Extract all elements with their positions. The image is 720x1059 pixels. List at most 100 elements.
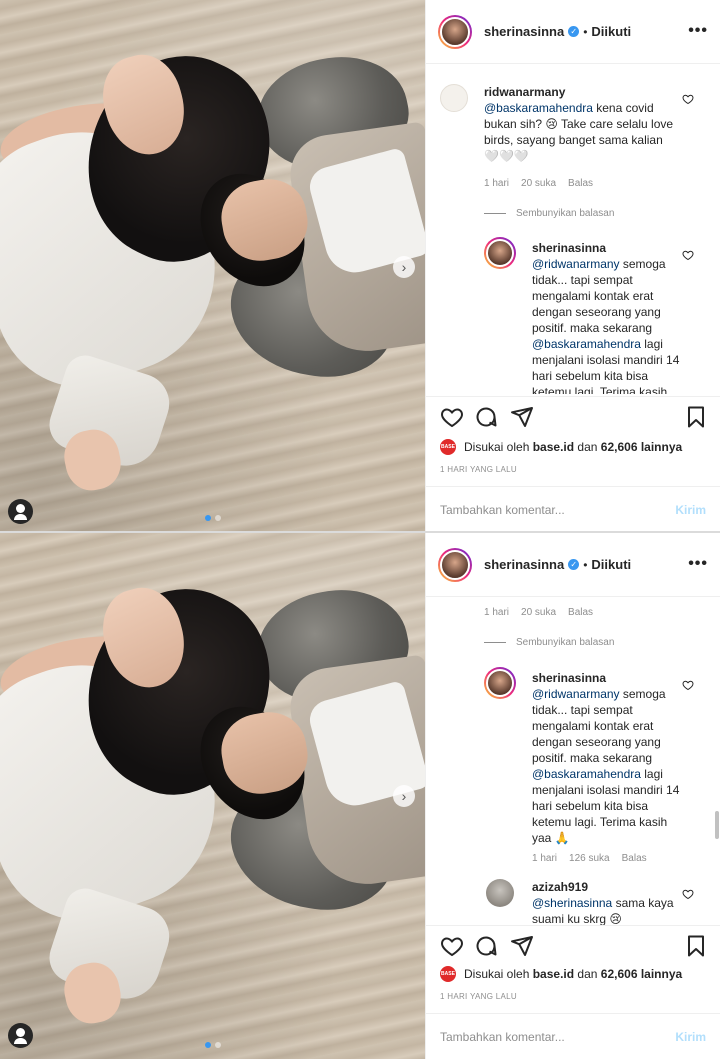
post-time[interactable]: 1 HARI YANG LALU: [440, 992, 517, 1001]
comment-icon[interactable]: [474, 934, 498, 958]
post-header: sherinasinna ✓ • Diikuti •••: [426, 533, 720, 597]
hide-replies-label[interactable]: Sembunyikan balasan: [516, 637, 614, 648]
post-comment-button[interactable]: Kirim: [675, 1030, 706, 1044]
user-tag-icon[interactable]: [8, 499, 33, 524]
likes-summary: BASE Disukai oleh base.id dan 62,606 lai…: [440, 966, 682, 982]
avatar[interactable]: [438, 547, 472, 582]
avatar[interactable]: [486, 879, 514, 907]
post-header: sherinasinna ✓ • Diikuti •••: [426, 0, 720, 64]
carousel-dots: [204, 1042, 221, 1048]
chevron-right-icon[interactable]: ›: [393, 256, 415, 278]
chevron-right-icon[interactable]: ›: [393, 785, 415, 807]
add-comment-bar: Kirim: [426, 486, 720, 532]
post-comment-button[interactable]: Kirim: [675, 503, 706, 517]
comment-time: 1 hari: [484, 607, 510, 618]
heart-icon[interactable]: [440, 405, 464, 429]
reply-body: sherinasinna @ridwanarmany semoga tidak.…: [532, 240, 682, 394]
reply-username[interactable]: sherinasinna: [532, 671, 606, 685]
hide-replies-line: [484, 642, 506, 643]
comment-reply-button[interactable]: Balas: [568, 178, 593, 189]
post-panel-1: › sherinasinna ✓ • Diikuti ••• ridwanarm…: [0, 0, 720, 532]
post-username[interactable]: sherinasinna: [484, 24, 564, 39]
heart-icon[interactable]: [682, 679, 694, 691]
hide-replies-toggle[interactable]: Sembunyikan balasan: [484, 208, 614, 219]
action-bar: [426, 925, 720, 965]
likes-prefix: Disukai oleh: [464, 440, 530, 454]
comment-body: ridwanarmany @baskaramahendra kena covid…: [484, 84, 679, 164]
share-icon[interactable]: [510, 934, 534, 958]
likes-summary: BASE Disukai oleh base.id dan 62,606 lai…: [440, 439, 682, 455]
comments-list[interactable]: ridwanarmany @baskaramahendra kena covid…: [426, 64, 720, 394]
avatar[interactable]: [440, 84, 468, 112]
reply-time: 1 hari: [532, 853, 558, 864]
post-username[interactable]: sherinasinna: [484, 557, 564, 572]
comment-reply-button[interactable]: Balas: [568, 607, 593, 618]
hide-replies-toggle[interactable]: Sembunyikan balasan: [484, 637, 614, 648]
post-photo[interactable]: ›: [0, 0, 425, 532]
comment-input[interactable]: [440, 502, 676, 517]
comment-username[interactable]: ridwanarmany: [484, 85, 565, 99]
likes-count[interactable]: 62,606 lainnya: [601, 440, 682, 454]
likes-prefix: Disukai oleh: [464, 967, 530, 981]
comment-likes[interactable]: 20 suka: [521, 607, 556, 618]
avatar[interactable]: [438, 14, 472, 49]
avatar[interactable]: [484, 667, 516, 699]
comment-mention[interactable]: @baskaramahendra: [484, 101, 593, 115]
follow-status-button[interactable]: Diikuti: [591, 557, 631, 572]
heart-icon[interactable]: [682, 888, 694, 900]
carousel-dot-active: [204, 1042, 211, 1048]
user-tag-icon[interactable]: [8, 1023, 33, 1048]
comments-list[interactable]: 1 hari 20 suka Balas Sembunyikan balasan…: [426, 597, 720, 925]
verified-badge-icon: ✓: [568, 26, 580, 37]
more-icon[interactable]: •••: [688, 555, 708, 573]
likes-user[interactable]: base.id: [533, 967, 574, 981]
reply-meta: 1 hari 126 suka Balas: [532, 853, 647, 864]
reply-body: sherinasinna @ridwanarmany semoga tidak.…: [532, 670, 682, 846]
reply-mention[interactable]: @baskaramahendra: [532, 767, 641, 781]
share-icon[interactable]: [510, 405, 534, 429]
post-sidebar: sherinasinna ✓ • Diikuti ••• ridwanarman…: [425, 0, 720, 532]
bookmark-icon[interactable]: [684, 405, 708, 429]
hide-replies-line: [484, 213, 506, 214]
add-comment-bar: Kirim: [426, 1013, 720, 1059]
likes-user[interactable]: base.id: [533, 440, 574, 454]
carousel-dots: [204, 515, 221, 521]
reply-likes[interactable]: 126 suka: [569, 853, 610, 864]
avatar[interactable]: [484, 237, 516, 269]
comment-likes[interactable]: 20 suka: [521, 178, 556, 189]
liker-avatar[interactable]: BASE: [440, 439, 456, 455]
carousel-dot-active: [204, 515, 211, 521]
reply-mention[interactable]: @ridwanarmany: [532, 257, 620, 271]
comment-icon[interactable]: [474, 405, 498, 429]
heart-icon[interactable]: [682, 249, 694, 261]
reply-username[interactable]: azizah919: [532, 880, 588, 894]
post-time[interactable]: 1 HARI YANG LALU: [440, 465, 517, 474]
likes-mid: dan: [577, 967, 598, 981]
carousel-dot: [214, 515, 221, 521]
heart-icon[interactable]: [440, 934, 464, 958]
comments-scrollbar[interactable]: [715, 811, 719, 839]
reply-username[interactable]: sherinasinna: [532, 241, 606, 255]
bookmark-icon[interactable]: [684, 934, 708, 958]
reply-mention[interactable]: @sherinasinna: [532, 896, 612, 910]
post-sidebar: sherinasinna ✓ • Diikuti ••• 1 hari 20 s…: [425, 533, 720, 1059]
action-bar: [426, 396, 720, 436]
post-photo[interactable]: ›: [0, 533, 425, 1059]
follow-status-button[interactable]: Diikuti: [591, 24, 631, 39]
comment-time: 1 hari: [484, 178, 510, 189]
comment-meta: 1 hari 20 suka Balas: [484, 607, 593, 618]
reply-mention[interactable]: @ridwanarmany: [532, 687, 620, 701]
liker-avatar[interactable]: BASE: [440, 966, 456, 982]
reply-reply-button[interactable]: Balas: [622, 853, 647, 864]
more-icon[interactable]: •••: [688, 22, 708, 40]
comment-input[interactable]: [440, 1029, 676, 1044]
likes-mid: dan: [577, 440, 598, 454]
heart-icon[interactable]: [682, 93, 694, 105]
reply-body: azizah919 @sherinasinna sama kaya suami …: [532, 879, 682, 925]
reply-mention[interactable]: @baskaramahendra: [532, 337, 641, 351]
carousel-dot: [214, 1042, 221, 1048]
likes-count[interactable]: 62,606 lainnya: [601, 967, 682, 981]
comment-meta: 1 hari 20 suka Balas: [484, 178, 593, 189]
hide-replies-label[interactable]: Sembunyikan balasan: [516, 208, 614, 219]
header-separator: •: [583, 557, 588, 572]
